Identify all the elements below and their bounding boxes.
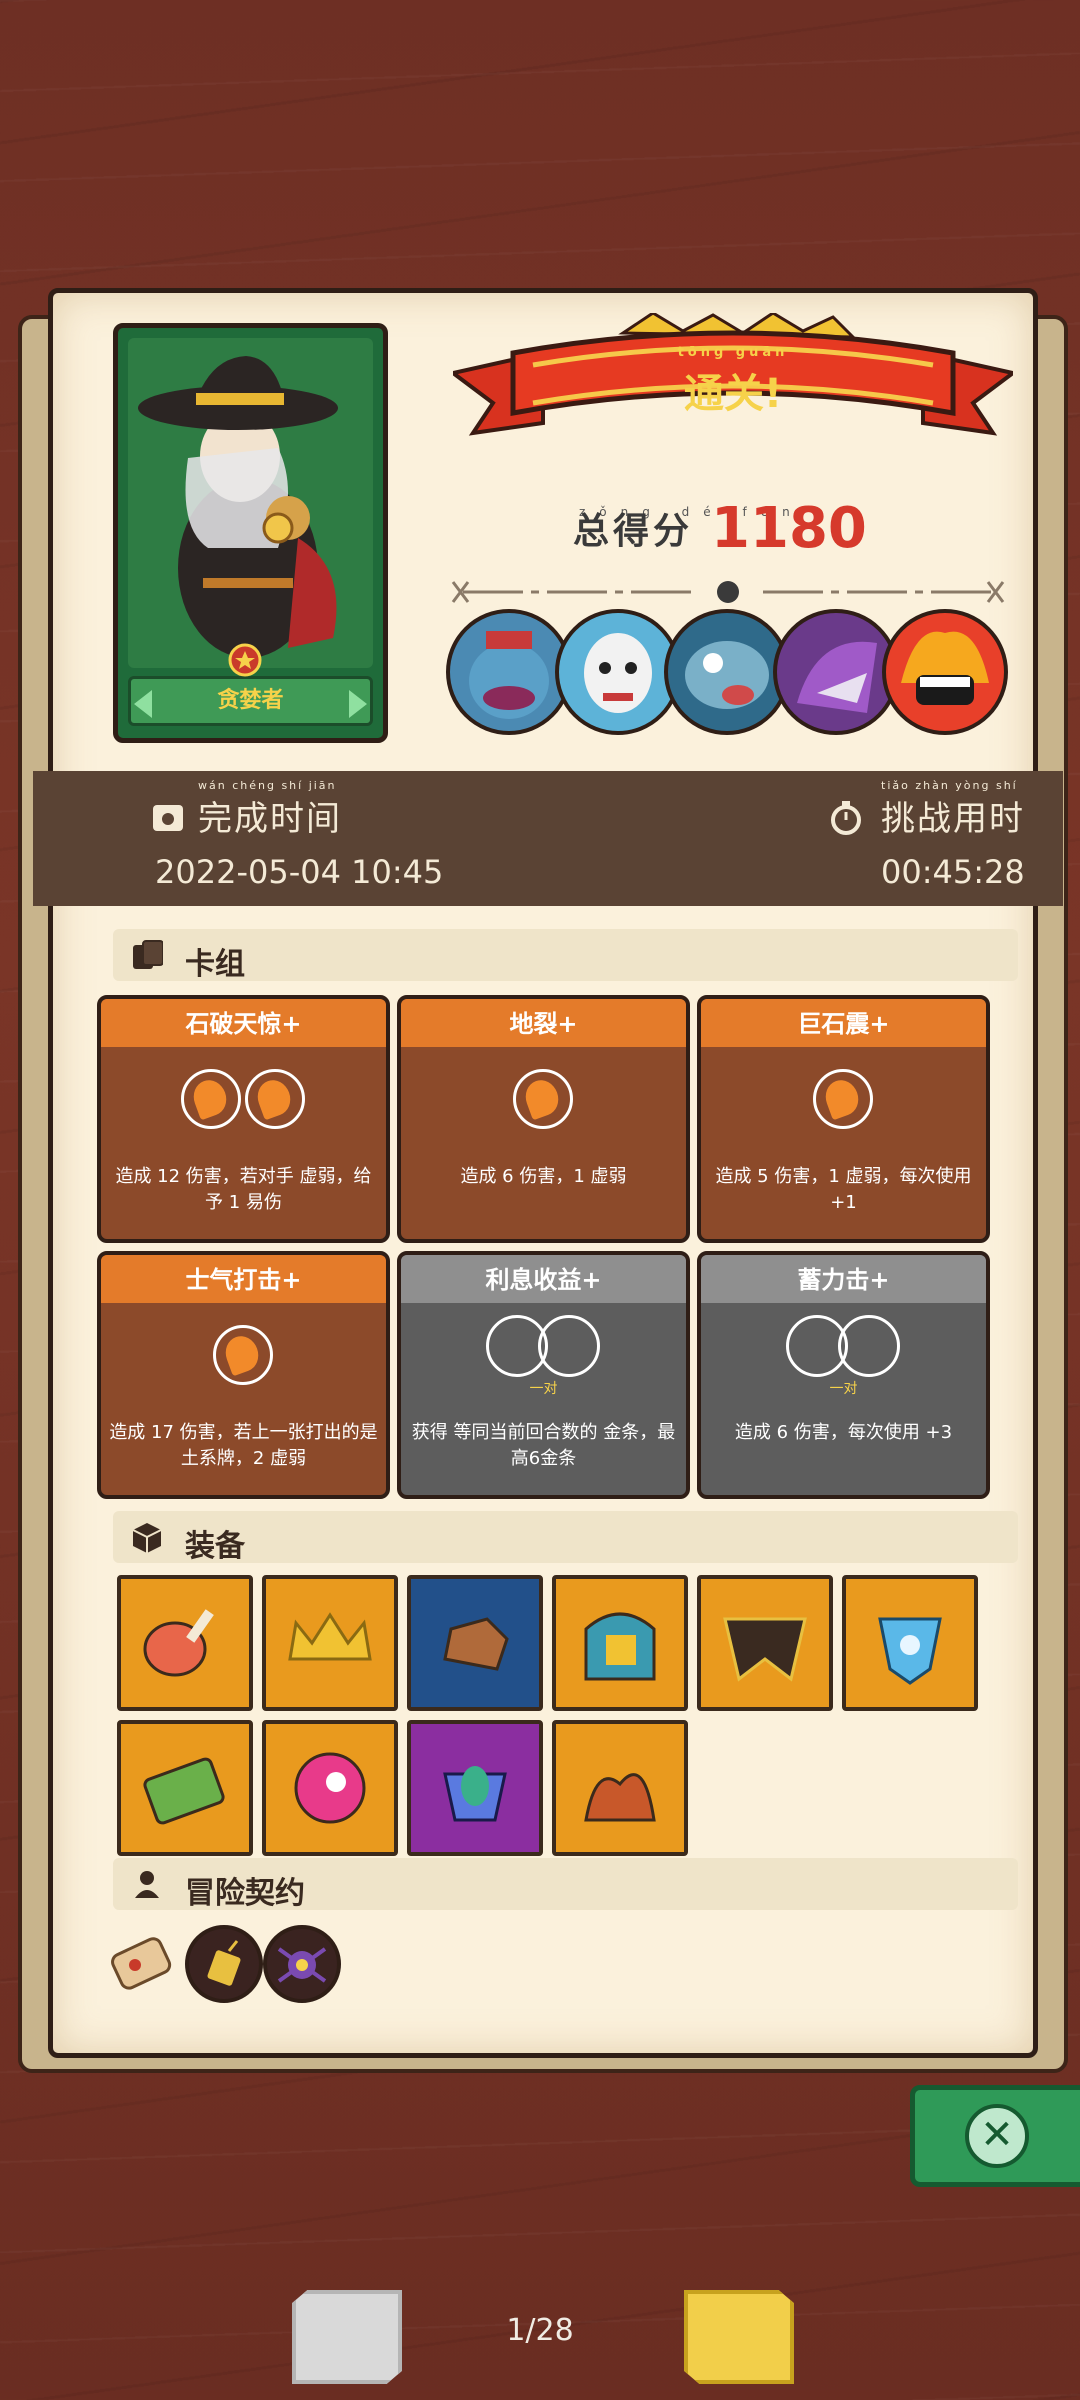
empty-slot-icon bbox=[538, 1315, 600, 1377]
deck-header: 卡组 bbox=[113, 929, 1018, 982]
card-description: 造成 6 伤害，1 虚弱 bbox=[460, 1166, 627, 1187]
banner-pinyin: tōng guān bbox=[677, 345, 789, 360]
equipment-title: 装备 bbox=[185, 1529, 245, 1564]
purple-spider-icon[interactable] bbox=[263, 1925, 341, 2003]
deck-title: 卡组 bbox=[185, 947, 245, 982]
scroll-icon[interactable] bbox=[105, 1925, 179, 1999]
deck-card[interactable]: 地裂+ 造成 6 伤害，1 虚弱 bbox=[397, 995, 690, 1243]
prev-character-icon[interactable] bbox=[134, 690, 152, 718]
time-band: wán chéng shí jiān 完成时间 2022-05-04 10:45… bbox=[33, 771, 1063, 906]
deck-card[interactable]: 石破天惊+ 造成 12 伤害，若对手 虚弱，给予 1 易伤 bbox=[97, 995, 390, 1243]
person-icon bbox=[135, 1871, 159, 1898]
deck-card[interactable]: 士气打击+ 造成 17 伤害，若上一张打出的是土系牌，2 虚弱 bbox=[97, 1251, 390, 1499]
next-character-icon[interactable] bbox=[349, 690, 367, 718]
meat-leg-icon[interactable] bbox=[117, 1575, 253, 1711]
page-indicator: 1/28 bbox=[506, 2313, 574, 2348]
score-value: 1180 bbox=[711, 495, 867, 561]
helmet-icon[interactable] bbox=[552, 1575, 688, 1711]
score-label: 总得分 bbox=[573, 511, 694, 552]
contract-header: 冒险契约 bbox=[113, 1858, 1018, 1911]
green-sponge-icon[interactable] bbox=[117, 1720, 253, 1856]
crown-icon[interactable] bbox=[262, 1575, 398, 1711]
card-description: 造成 5 伤害，1 虚弱，每次使用 +1 bbox=[715, 1166, 972, 1213]
score-row: 总得分 1180 bbox=[573, 495, 867, 561]
card-name: 士气打击+ bbox=[101, 1255, 386, 1303]
energy-cost-icon bbox=[213, 1325, 273, 1385]
rock-icon[interactable] bbox=[407, 1575, 543, 1711]
boss-portrait-4 bbox=[773, 609, 899, 735]
deck-card[interactable]: 蓄力击+ 一对造成 6 伤害，每次使用 +3 bbox=[697, 1251, 990, 1499]
equipment-header: 装备 bbox=[113, 1511, 1018, 1564]
swirl-orb-icon[interactable] bbox=[262, 1720, 398, 1856]
cards-icon bbox=[133, 940, 163, 969]
boss-portrait-3 bbox=[664, 609, 790, 735]
emblem-icon bbox=[228, 643, 262, 677]
ornament-divider bbox=[451, 581, 1005, 603]
deck-card[interactable]: 利息收益+ 一对获得 等同当前回合数的 金条，最高6金条 bbox=[397, 1251, 690, 1499]
card-description: 造成 12 伤害，若对手 虚弱，给予 1 易伤 bbox=[115, 1166, 372, 1213]
card-name: 地裂+ bbox=[401, 999, 686, 1047]
energy-cost-icon bbox=[245, 1069, 305, 1129]
completion-label: 完成时间 bbox=[198, 799, 342, 839]
card-description: 造成 17 伤害，若上一张打出的是土系牌，2 虚弱 bbox=[109, 1422, 378, 1469]
deck-card[interactable]: 巨石震+ 造成 5 伤害，1 虚弱，每次使用 +1 bbox=[697, 995, 990, 1243]
card-name: 石破天惊+ bbox=[101, 999, 386, 1047]
energy-cost-icon bbox=[513, 1069, 573, 1129]
boss-portrait-2 bbox=[555, 609, 681, 735]
character-portrait: 贪婪者 bbox=[113, 323, 388, 743]
contract-title: 冒险契约 bbox=[185, 1876, 305, 1911]
leaf-cup-icon[interactable] bbox=[407, 1720, 543, 1856]
card-sub-label: 一对 bbox=[829, 1381, 858, 1397]
card-sub-label: 一对 bbox=[529, 1381, 558, 1397]
close-icon: ✕ bbox=[965, 2104, 1029, 2168]
result-page: 贪婪者 tōng guān 通关! zǒng dé fēn 总得分 1180 w… bbox=[33, 288, 1063, 2058]
prev-page-button[interactable] bbox=[292, 2290, 402, 2384]
completion-value: 2022-05-04 10:45 bbox=[155, 853, 444, 891]
stopwatch-icon bbox=[831, 801, 861, 835]
energy-cost-icon bbox=[813, 1069, 873, 1129]
duration-value: 00:45:28 bbox=[881, 853, 1025, 891]
card-description: 造成 6 伤害，每次使用 +3 bbox=[734, 1422, 953, 1443]
character-art bbox=[128, 338, 373, 668]
card-name: 巨石震+ bbox=[701, 999, 986, 1047]
calendar-icon bbox=[153, 805, 183, 831]
duration-label: 挑战用时 bbox=[881, 799, 1025, 839]
next-page-button[interactable] bbox=[684, 2290, 794, 2384]
dynamite-icon[interactable] bbox=[185, 1925, 263, 2003]
crystal-shield-icon[interactable] bbox=[842, 1575, 978, 1711]
banner-title: 通关! bbox=[683, 371, 783, 417]
character-name: 贪婪者 bbox=[128, 676, 373, 726]
energy-cost-icon bbox=[181, 1069, 241, 1129]
tattered-cloak-icon[interactable] bbox=[697, 1575, 833, 1711]
card-name: 蓄力击+ bbox=[701, 1255, 986, 1303]
bacon-icon[interactable] bbox=[552, 1720, 688, 1856]
card-description: 获得 等同当前回合数的 金条，最高6金条 bbox=[411, 1422, 676, 1469]
empty-slot-icon bbox=[838, 1315, 900, 1377]
boss-portrait-5 bbox=[882, 609, 1008, 735]
card-name: 利息收益+ bbox=[401, 1255, 686, 1303]
close-button[interactable]: ✕ bbox=[910, 2085, 1080, 2187]
box-icon bbox=[132, 1523, 162, 1553]
boss-portrait-1 bbox=[446, 609, 572, 735]
